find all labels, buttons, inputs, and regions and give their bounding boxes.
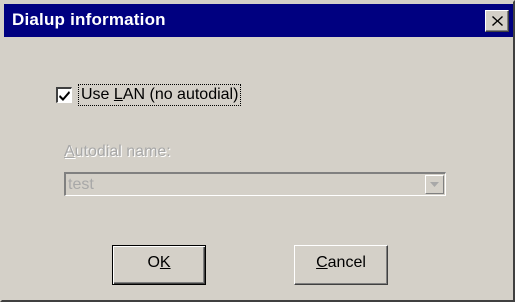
use-lan-label[interactable]: Use LAN (no autodial) [78,84,242,106]
dialup-information-dialog: Dialup information Use LAN (no autodial)… [0,0,515,302]
chevron-down-icon [430,182,439,187]
autodial-dropdown-button[interactable] [425,175,444,194]
window-title: Dialup information [12,10,166,29]
close-button[interactable] [485,10,509,32]
checkmark-icon [59,91,70,101]
close-icon [492,16,503,26]
cancel-button[interactable]: Cancel [294,245,388,285]
autodial-name-combobox[interactable]: test [64,172,446,196]
autodial-name-value: test [68,176,94,193]
title-bar[interactable]: Dialup information [4,4,513,37]
use-lan-checkbox[interactable] [56,87,72,103]
ok-button[interactable]: OK [112,245,206,285]
autodial-name-label: Autodial name: [64,143,171,160]
